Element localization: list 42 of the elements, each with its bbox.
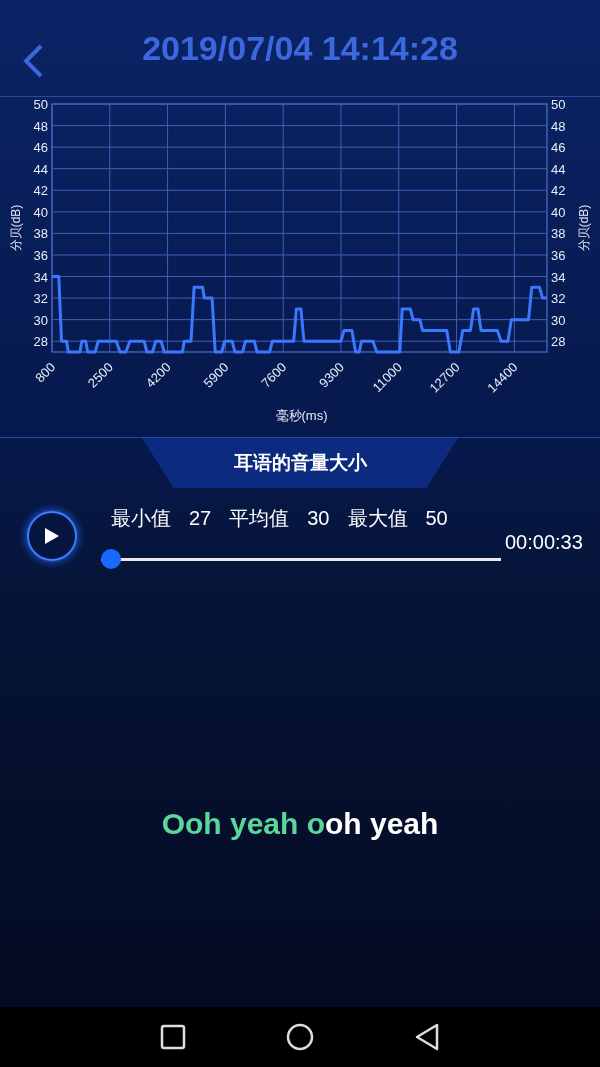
y-tick-label: 46 [551,140,566,156]
y-tick-label: 30 [551,312,566,328]
y-tick-label: 32 [551,291,566,307]
x-tick-label: 800 [32,359,59,386]
recent-apps-icon[interactable] [160,1024,186,1050]
y-tick-label: 50 [33,97,48,112]
y-tick-label: 38 [33,226,48,242]
time-label: 00:00:33 [505,530,583,555]
y-tick-label: 38 [551,226,566,242]
stat-value: 27 [189,506,212,531]
y-tick-label: 42 [33,183,48,199]
y-tick-label: 34 [33,269,48,285]
y-axis-title: 分贝(dB) [577,204,591,252]
slider-thumb[interactable] [101,549,121,569]
play-button[interactable] [27,511,77,561]
x-axis-title: 毫秒(ms) [275,408,328,423]
y-tick-label: 32 [33,291,48,307]
y-tick-label: 36 [551,247,566,263]
y-tick-label: 34 [551,269,566,285]
y-tick-label: 46 [33,140,48,156]
y-tick-label: 44 [33,161,48,177]
stat-label: 最大值 [347,506,408,531]
y-tick-label: 44 [551,161,566,177]
stat-value: 50 [425,506,448,531]
y-tick-label: 50 [551,97,566,112]
y-tick-label: 48 [33,118,48,134]
y-tick-label: 48 [551,118,566,134]
y-tick-label: 42 [551,183,566,199]
stat-label: 平均值 [229,506,290,531]
stat-label: 最小值 [111,506,171,531]
stat-value: 30 [307,506,330,531]
y-tick-label: 28 [33,334,48,350]
y-tick-label: 28 [551,334,566,350]
play-icon [44,527,60,545]
lyric-line: Ooh yeah ooh yeah [161,805,439,842]
home-icon[interactable] [286,1023,314,1051]
y-tick-label: 36 [33,247,48,263]
y-tick-label: 40 [33,204,48,220]
date-title: 2019/07/04 14:14:28 [142,27,458,69]
y-tick-label: 40 [551,204,566,220]
y-tick-label: 30 [33,312,48,328]
y-axis-title: 分贝(dB) [9,204,23,252]
